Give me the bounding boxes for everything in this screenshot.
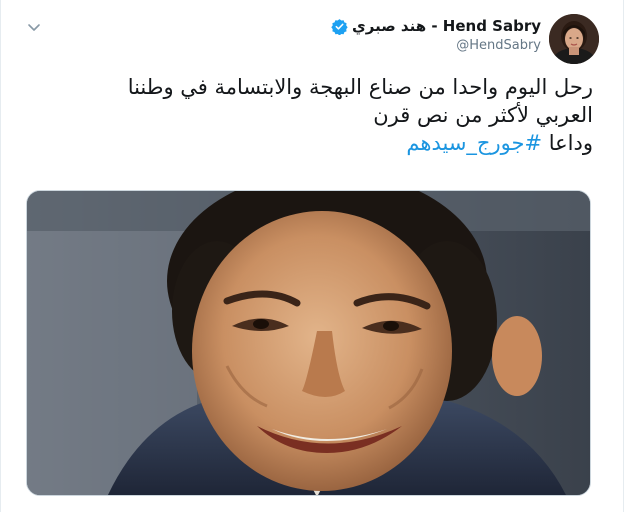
tweet-header: هند صبري - Hend Sabry @HendSabry <box>331 14 599 64</box>
tweet-text-farewell: وداعا <box>542 131 593 155</box>
tweet-text: رحل اليوم واحدا من صناع البهجة والابتسام… <box>33 73 593 157</box>
author-names: هند صبري - Hend Sabry @HendSabry <box>331 14 541 53</box>
hashtag-link[interactable]: #جورج_سيدهم <box>406 131 542 155</box>
author-display-name[interactable]: هند صبري - Hend Sabry <box>352 17 541 35</box>
tweet-card[interactable]: هند صبري - Hend Sabry @HendSabry رحل الي… <box>0 0 624 512</box>
tweet-text-line-1: رحل اليوم واحدا من صناع البهجة والابتسام… <box>127 75 593 99</box>
tweet-text-line-2: العربي لأكثر من نص قرن <box>373 103 593 127</box>
avatar[interactable] <box>549 14 599 64</box>
author-name-row[interactable]: هند صبري - Hend Sabry <box>331 17 541 35</box>
chevron-down-icon[interactable] <box>23 16 45 38</box>
author-handle[interactable]: @HendSabry <box>456 38 541 53</box>
tweet-text-line-3: وداعا #جورج_سيدهم <box>33 129 593 157</box>
verified-badge-icon <box>331 18 348 35</box>
tweet-photo[interactable] <box>26 190 591 496</box>
